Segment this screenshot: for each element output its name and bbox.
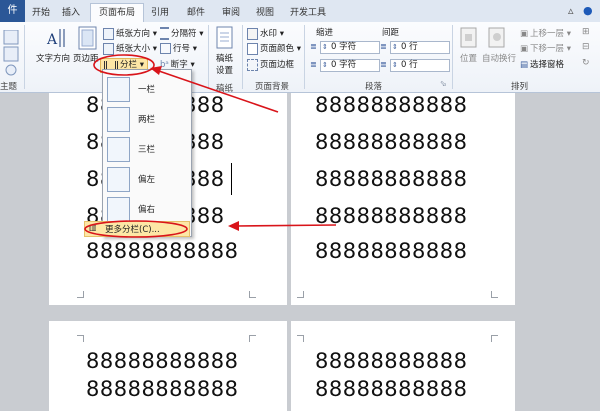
annotation-arrow-1 bbox=[155, 69, 279, 113]
annotation-arrowhead bbox=[150, 66, 162, 75]
annotation-arrow-2 bbox=[235, 224, 337, 227]
annotation-circle-more-columns bbox=[84, 220, 188, 238]
annotation-circle-columns bbox=[93, 54, 155, 76]
annotation-overlay bbox=[84, 54, 337, 238]
annotation-arrowhead bbox=[228, 221, 239, 231]
